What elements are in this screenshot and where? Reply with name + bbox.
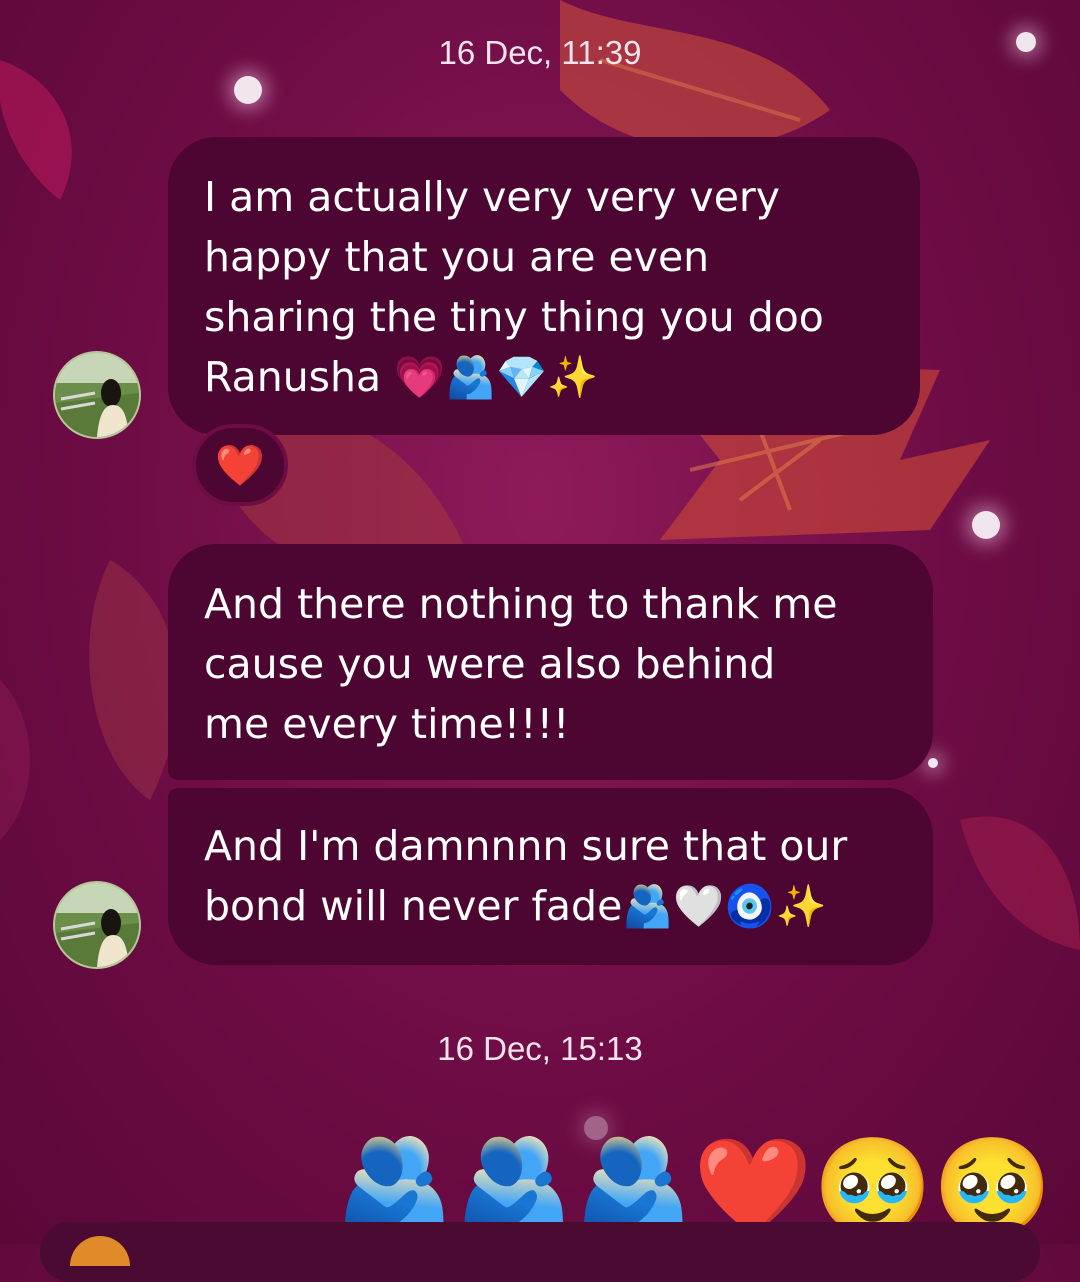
message-timestamp: 16 Dec, 15:13 xyxy=(437,1030,643,1067)
heart-reaction-icon[interactable]: ❤️ xyxy=(192,424,288,506)
light-orb xyxy=(928,758,938,768)
next-message-preview xyxy=(40,1222,1040,1282)
avatar-photo-icon xyxy=(55,883,139,967)
message-bubble[interactable]: And I'm damnnnn sure that our bond will … xyxy=(168,788,933,965)
message-timestamp: 16 Dec, 11:39 xyxy=(438,34,642,71)
sender-avatar[interactable] xyxy=(53,351,141,439)
sender-avatar[interactable] xyxy=(53,881,141,969)
light-orb xyxy=(972,511,1000,539)
message-bubble[interactable]: I am actually very very very happy that … xyxy=(168,137,920,435)
avatar-photo-icon xyxy=(55,353,139,437)
message-bubble[interactable]: And there nothing to thank me cause you … xyxy=(168,544,933,780)
light-orb xyxy=(234,76,262,104)
